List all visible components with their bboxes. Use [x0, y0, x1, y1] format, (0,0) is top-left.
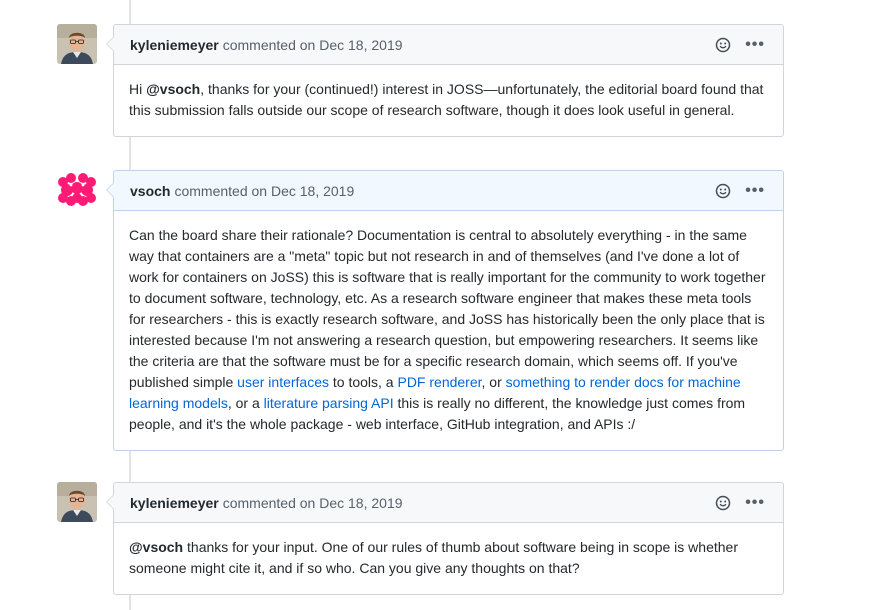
comment-text: thanks for your input. One of our rules …: [129, 539, 738, 576]
comment-actions: •••: [715, 25, 765, 64]
comment-box: vsoch commented on Dec 18, 2019 ••• Can …: [106, 170, 784, 451]
avatar[interactable]: [57, 24, 97, 64]
smiley-icon[interactable]: [715, 37, 731, 53]
comment-box: kyleniemeyer commented on Dec 18, 2019 •…: [106, 482, 784, 595]
comment-box: kyleniemeyer commented on Dec 18, 2019 •…: [106, 24, 784, 137]
link-literature-parsing-api[interactable]: literature parsing API: [264, 395, 394, 411]
comment-timestamp[interactable]: commented on Dec 18, 2019: [174, 183, 354, 199]
link-user-interfaces[interactable]: user interfaces: [237, 374, 329, 390]
comment-body: Can the board share their rationale? Doc…: [114, 211, 783, 450]
kebab-icon[interactable]: •••: [745, 36, 765, 53]
comment-header: kyleniemeyer commented on Dec 18, 2019 •…: [114, 25, 783, 65]
comment-timestamp[interactable]: commented on Dec 18, 2019: [223, 495, 403, 511]
kebab-icon[interactable]: •••: [745, 494, 765, 511]
comment-text: Can the board share their rationale? Doc…: [129, 227, 766, 390]
comment-timestamp[interactable]: commented on Dec 18, 2019: [223, 37, 403, 53]
comment-text: , or: [481, 374, 506, 390]
pink-identicon-avatar: [57, 170, 97, 210]
comment-actions: •••: [715, 171, 765, 210]
user-mention[interactable]: @vsoch: [146, 81, 200, 97]
comment-body: @vsoch thanks for your input. One of our…: [114, 523, 783, 594]
smiley-icon[interactable]: [715, 183, 731, 199]
comment-author[interactable]: vsoch: [130, 183, 170, 199]
comment-actions: •••: [715, 483, 765, 522]
kebab-icon[interactable]: •••: [745, 182, 765, 199]
comment-text: Hi: [129, 81, 147, 97]
comment-author[interactable]: kyleniemeyer: [130, 495, 219, 511]
comment-text: , or a: [227, 395, 264, 411]
comment-text: , thanks for your (continued!) interest …: [129, 81, 764, 118]
comment-author[interactable]: kyleniemeyer: [130, 37, 219, 53]
photo-avatar-icon: [57, 24, 97, 64]
comment-header: kyleniemeyer commented on Dec 18, 2019 •…: [114, 483, 783, 523]
smiley-icon[interactable]: [715, 495, 731, 511]
comment-body: Hi @vsoch, thanks for your (continued!) …: [114, 65, 783, 136]
user-mention[interactable]: @vsoch: [129, 539, 183, 555]
avatar[interactable]: [57, 170, 97, 210]
comment-header: vsoch commented on Dec 18, 2019 •••: [114, 171, 783, 211]
avatar[interactable]: [57, 482, 97, 522]
comment-text: to tools, a: [329, 374, 398, 390]
link-pdf-renderer[interactable]: PDF renderer: [397, 374, 481, 390]
photo-avatar-icon: [57, 482, 97, 522]
